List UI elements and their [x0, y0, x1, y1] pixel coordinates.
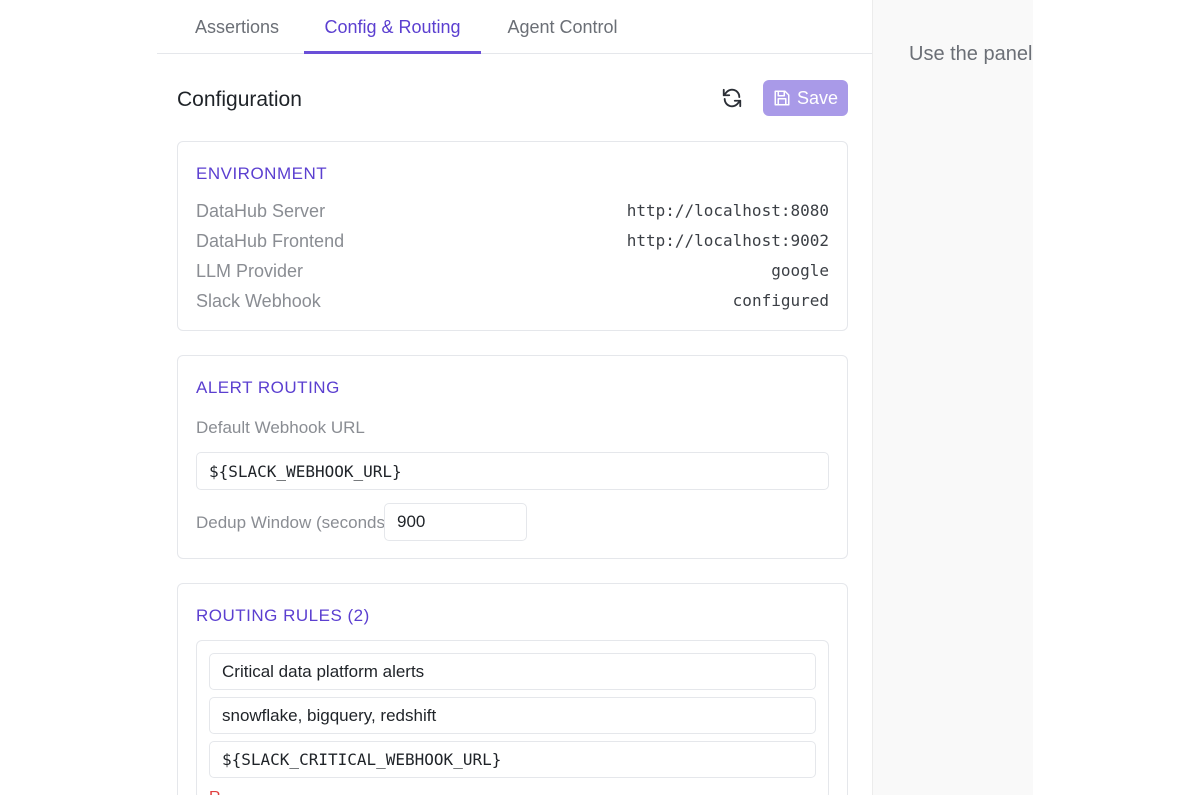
- rule-webhook-value: ${SLACK_CRITICAL_WEBHOOK_URL}: [222, 750, 502, 769]
- tab-agent-control[interactable]: Agent Control: [490, 0, 635, 53]
- active-tab-indicator: [304, 51, 481, 54]
- env-value-datahub-server: http://localhost:8080: [626, 201, 829, 220]
- environment-card: ENVIRONMENT DataHub Server http://localh…: [177, 141, 848, 331]
- tab-config-routing-label: Config & Routing: [324, 17, 461, 37]
- save-icon: [774, 90, 790, 106]
- rule-platforms-value: snowflake, bigquery, redshift: [222, 705, 437, 725]
- rule-remove-button[interactable]: R: [209, 789, 221, 795]
- rule-webhook-input[interactable]: ${SLACK_CRITICAL_WEBHOOK_URL}: [209, 741, 816, 778]
- tab-config-routing[interactable]: Config & Routing: [304, 0, 481, 54]
- environment-heading: ENVIRONMENT: [196, 164, 328, 183]
- env-label-datahub-server: DataHub Server: [196, 201, 326, 221]
- env-label-slack-webhook: Slack Webhook: [196, 291, 321, 311]
- dedup-window-input[interactable]: 900: [384, 503, 527, 541]
- default-webhook-label: Default Webhook URL: [196, 418, 365, 437]
- refresh-icon: [722, 88, 742, 108]
- env-label-llm-provider: LLM Provider: [196, 261, 304, 281]
- dedup-window-label: Dedup Window (seconds): [196, 513, 391, 532]
- env-value-llm-provider: google: [771, 261, 829, 280]
- save-button[interactable]: Save: [763, 80, 848, 116]
- tab-bar: Assertions Config & Routing Agent Contro…: [157, 0, 872, 54]
- config-main-panel: Assertions Config & Routing Agent Contro…: [157, 0, 872, 795]
- refresh-button[interactable]: [717, 85, 747, 111]
- env-value-slack-webhook: configured: [732, 291, 829, 310]
- save-button-label: Save: [796, 87, 839, 108]
- default-webhook-input[interactable]: ${SLACK_WEBHOOK_URL}: [196, 452, 829, 490]
- side-panel: Use the panel: [872, 0, 1033, 795]
- env-value-datahub-frontend: http://localhost:9002: [626, 231, 829, 250]
- alert-routing-heading: ALERT ROUTING: [196, 378, 340, 397]
- tab-assertions[interactable]: Assertions: [179, 0, 295, 53]
- side-panel-hint: Use the panel: [909, 43, 1033, 65]
- rule-name-input[interactable]: Critical data platform alerts: [209, 653, 816, 690]
- dedup-window-value: 900: [397, 512, 426, 531]
- default-webhook-value: ${SLACK_WEBHOOK_URL}: [209, 461, 402, 481]
- env-label-datahub-frontend: DataHub Frontend: [196, 231, 345, 251]
- routing-rules-heading: ROUTING RULES (2): [196, 606, 370, 625]
- rule-name-value: Critical data platform alerts: [222, 661, 425, 681]
- routing-rule-item: Critical data platform alerts snowflake,…: [196, 640, 829, 795]
- page-title: Configuration: [177, 88, 302, 111]
- routing-rules-card: ROUTING RULES (2) Critical data platform…: [177, 583, 848, 795]
- alert-routing-card: ALERT ROUTING Default Webhook URL ${SLAC…: [177, 355, 848, 559]
- rule-platforms-input[interactable]: snowflake, bigquery, redshift: [209, 697, 816, 734]
